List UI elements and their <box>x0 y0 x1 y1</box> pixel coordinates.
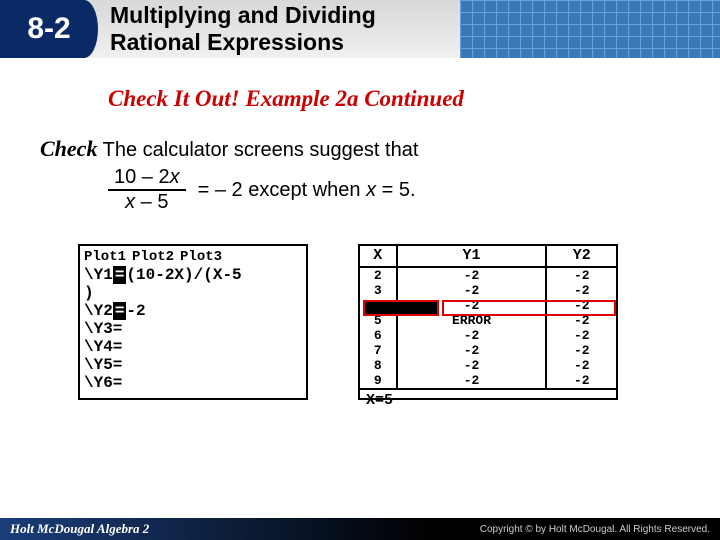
table-row: 2-2-2 <box>360 267 616 283</box>
table-header-row: X Y1 Y2 <box>360 246 616 267</box>
slide-title: Multiplying and Dividing Rational Expres… <box>110 2 376 56</box>
table-row: 7-2-2 <box>360 343 616 358</box>
col-x: X <box>360 246 397 267</box>
plot3-label: Plot3 <box>180 248 222 266</box>
calc-screen-table: X Y1 Y2 2-2-2 3-2-2 4-2-2 5ERROR-2 6-2-2… <box>358 244 618 400</box>
fraction: 10 – 2x x – 5 <box>108 166 186 214</box>
y1-line-cont: ) <box>84 284 302 302</box>
title-line1: Multiplying and Dividing <box>110 2 376 29</box>
col-y1: Y1 <box>397 246 547 267</box>
slide-header: 8-2 Multiplying and Dividing Rational Ex… <box>0 0 720 58</box>
plot2-label: Plot2 <box>132 248 174 266</box>
table-row: 6-2-2 <box>360 328 616 343</box>
plot-row: Plot1 Plot2 Plot3 <box>84 248 302 266</box>
header-grid-decor <box>460 0 720 58</box>
section-badge: 8-2 <box>0 0 98 58</box>
footer-copyright: Copyright © by Holt McDougal. All Rights… <box>480 524 710 535</box>
table-row: 9-2-2 <box>360 373 616 388</box>
y3-line: \Y3= <box>84 320 302 338</box>
plot1-label: Plot1 <box>84 248 126 266</box>
y2-line: \Y2=-2 <box>84 302 302 320</box>
fraction-numerator: 10 – 2x <box>108 166 186 189</box>
table-row: 3-2-2 <box>360 283 616 298</box>
col-y2: Y2 <box>546 246 616 267</box>
y4-line: \Y4= <box>84 338 302 356</box>
equation-result: = – 2 except when x = 5. <box>198 179 416 202</box>
table-row: 5ERROR-2 <box>360 313 616 328</box>
body-text-1: The calculator screens suggest that <box>97 139 418 161</box>
body-paragraph: Check The calculator screens suggest tha… <box>40 136 680 214</box>
y6-line: \Y6= <box>84 374 302 392</box>
y5-line: \Y5= <box>84 356 302 374</box>
table-row: 8-2-2 <box>360 358 616 373</box>
footer-book-title: Holt McDougal Algebra 2 <box>10 521 149 537</box>
title-line2: Rational Expressions <box>110 29 376 56</box>
calculator-screens: Plot1 Plot2 Plot3 \Y1=(10-2X)/(X-5 ) \Y2… <box>78 244 720 400</box>
fraction-denominator: x – 5 <box>119 191 174 214</box>
calc-table: X Y1 Y2 2-2-2 3-2-2 4-2-2 5ERROR-2 6-2-2… <box>360 246 616 388</box>
equation-row: 10 – 2x x – 5 = – 2 except when x = 5. <box>108 166 680 214</box>
check-lead: Check <box>40 136 97 161</box>
table-row: 4-2-2 <box>360 298 616 313</box>
table-cursor-value: X=5 <box>360 388 616 412</box>
y1-line: \Y1=(10-2X)/(X-5 <box>84 266 302 284</box>
section-number: 8-2 <box>27 12 70 46</box>
calc-screen-yequals: Plot1 Plot2 Plot3 \Y1=(10-2X)/(X-5 ) \Y2… <box>78 244 308 400</box>
example-subtitle: Check It Out! Example 2a Continued <box>108 86 720 112</box>
slide-footer: Holt McDougal Algebra 2 Copyright © by H… <box>0 518 720 540</box>
